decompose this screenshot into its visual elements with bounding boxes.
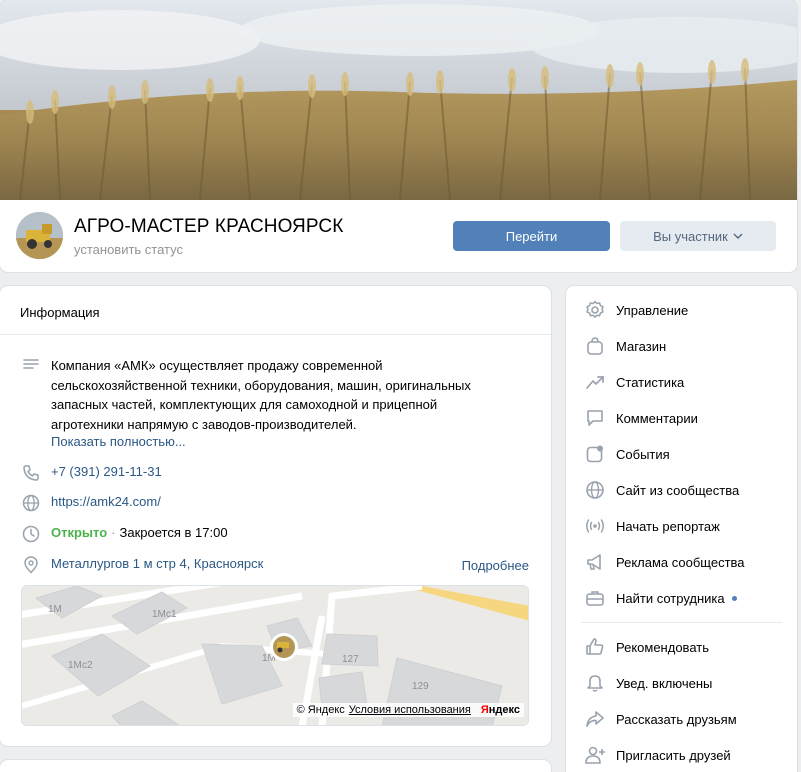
address-row: Металлургов 1 м стр 4, Красноярск (22, 556, 263, 574)
gear-icon (586, 300, 604, 318)
open-separator: · (111, 525, 116, 540)
show-more-link[interactable]: Показать полностью... (51, 434, 501, 449)
address-link[interactable]: Металлургов 1 м стр 4, Красноярск (51, 556, 263, 571)
map-label: 1М (48, 604, 62, 615)
hours-row: Открыто · Закроется в 17:00 (22, 525, 228, 543)
menu-item-broadcast[interactable]: Начать репортаж (584, 514, 720, 538)
map-label: 127 (342, 654, 359, 665)
globe-icon (586, 481, 604, 499)
description-row: Компания «АМК» осуществляет продажу совр… (22, 356, 501, 449)
text-lines-icon (23, 359, 39, 369)
phone-icon (23, 465, 39, 481)
menu-item-label: Магазин (616, 338, 667, 354)
menu-item-invite[interactable]: Пригласить друзей (584, 743, 731, 767)
location-pin-icon (24, 556, 38, 574)
events-icon (586, 445, 603, 463)
chevron-down-icon (733, 233, 743, 239)
menu-item-share[interactable]: Рассказать друзьям (584, 707, 737, 731)
page-title: АГРО-МАСТЕР КРАСНОЯРСК (74, 216, 344, 237)
member-button[interactable]: Вы участник (620, 221, 776, 251)
menu-item-label: Начать репортаж (616, 518, 720, 534)
new-indicator-dot (731, 595, 737, 601)
menu-item-label: Реклама сообщества (616, 554, 745, 570)
chart-icon (586, 376, 604, 389)
menu-item-label: Рекомендовать (616, 639, 709, 655)
yandex-logo[interactable]: Яндекс (481, 704, 520, 716)
map[interactable]: 1М 1Мс1 1Мс2 127 129 1М © Яндекс Условия… (21, 585, 529, 726)
yandex-logo-first-letter: Я (480, 704, 489, 716)
menu-item-label: Найти сотрудника (616, 590, 725, 606)
open-status: Открыто (51, 525, 108, 540)
map-label: 1Мс2 (68, 660, 93, 671)
globe-icon (22, 494, 40, 512)
clock-icon (22, 525, 40, 543)
set-status-link[interactable]: установить статус (74, 242, 183, 257)
description-text: Компания «АМК» осуществляет продажу совр… (51, 358, 471, 432)
menu-item-notifications[interactable]: Увед. включены (584, 671, 712, 695)
menu-item-manage[interactable]: Управление (584, 298, 688, 322)
menu-item-label: Статистика (616, 374, 685, 390)
map-terms-link[interactable]: Условия использования (349, 704, 471, 716)
map-attribution: © Яндекс Условия использования Яндекс (292, 703, 524, 717)
menu-item-label: Пригласить друзей (616, 747, 731, 763)
thumb-up-icon (586, 638, 604, 655)
website-row: https://amk24.com/ (22, 494, 161, 512)
map-label: 1Мс1 (152, 609, 177, 620)
website-link[interactable]: https://amk24.com/ (51, 494, 161, 509)
menu-item-comments[interactable]: Комментарии (584, 406, 698, 430)
menu-item-events[interactable]: События (584, 442, 670, 466)
community-avatar[interactable] (16, 212, 63, 259)
briefcase-icon (586, 591, 604, 606)
menu-item-site[interactable]: Сайт из сообщества (584, 478, 739, 502)
comment-icon (587, 410, 603, 426)
wheat-field-illustration (0, 0, 797, 200)
bell-icon (587, 675, 603, 692)
menu-item-find-employee[interactable]: Найти сотрудника (584, 586, 737, 610)
map-label: 129 (412, 681, 429, 692)
share-icon (586, 711, 604, 727)
menu-item-ads[interactable]: Реклама сообщества (584, 550, 745, 574)
map-copyright: © Яндекс (296, 704, 345, 716)
community-menu: Управление Магазин Статистика Комментари… (566, 286, 797, 772)
menu-item-stats[interactable]: Статистика (584, 370, 684, 394)
bag-icon (587, 337, 603, 355)
menu-item-label: Комментарии (616, 410, 698, 426)
yandex-logo-rest: ндекс (488, 704, 520, 716)
add-user-icon (585, 746, 605, 764)
menu-divider (581, 622, 782, 623)
menu-item-label: Увед. включены (616, 675, 713, 691)
community-header: АГРО-МАСТЕР КРАСНОЯРСК установить статус… (0, 0, 797, 272)
member-button-label: Вы участник (653, 228, 728, 244)
broadcast-icon (586, 519, 604, 533)
map-marker[interactable] (270, 633, 298, 661)
menu-item-label: События (616, 446, 670, 462)
next-card (0, 760, 551, 772)
menu-item-shop[interactable]: Магазин (584, 334, 666, 358)
menu-item-label: Управление (616, 302, 689, 318)
menu-item-recommend[interactable]: Рекомендовать (584, 635, 709, 659)
phone-link[interactable]: +7 (391) 291-11-31 (51, 464, 162, 479)
address-more-link[interactable]: Подробнее (462, 558, 529, 573)
menu-item-label: Рассказать друзьям (616, 711, 737, 727)
cover-image (0, 0, 797, 200)
info-card: Информация Компания «АМК» осуществляет п… (0, 286, 551, 746)
phone-row: +7 (391) 291-11-31 (22, 464, 162, 482)
info-heading: Информация (0, 286, 551, 335)
megaphone-icon (587, 554, 601, 570)
go-button[interactable]: Перейти (453, 221, 610, 251)
closing-time: Закроется в 17:00 (119, 525, 228, 540)
menu-item-label: Сайт из сообщества (616, 482, 740, 498)
